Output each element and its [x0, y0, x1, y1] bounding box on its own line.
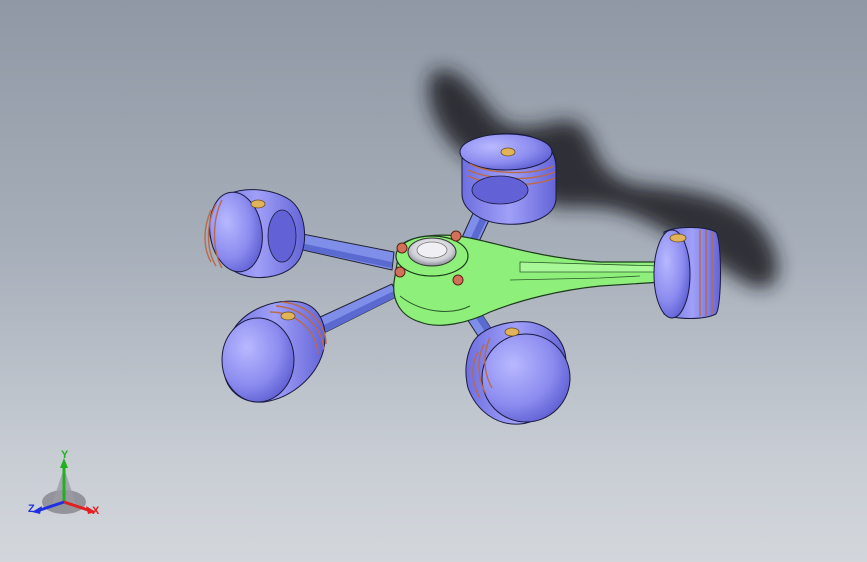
piston-left[interactable]	[204, 189, 306, 278]
orientation-triad[interactable]: Y X Z	[22, 446, 106, 528]
crank-hub[interactable]	[395, 235, 469, 277]
radial-engine-model[interactable]	[0, 0, 867, 562]
piston-lower-right[interactable]	[465, 321, 571, 425]
triad-y-label: Y	[61, 449, 69, 461]
piston-lower-left[interactable]	[221, 300, 327, 403]
piston-right[interactable]	[653, 227, 721, 319]
triad-x-label: X	[92, 505, 100, 517]
3d-viewport[interactable]: Y X Z	[0, 0, 867, 562]
triad-z-label: Z	[28, 503, 35, 515]
piston-upper[interactable]	[459, 133, 557, 225]
link-rod-lower-left[interactable]	[317, 283, 399, 333]
